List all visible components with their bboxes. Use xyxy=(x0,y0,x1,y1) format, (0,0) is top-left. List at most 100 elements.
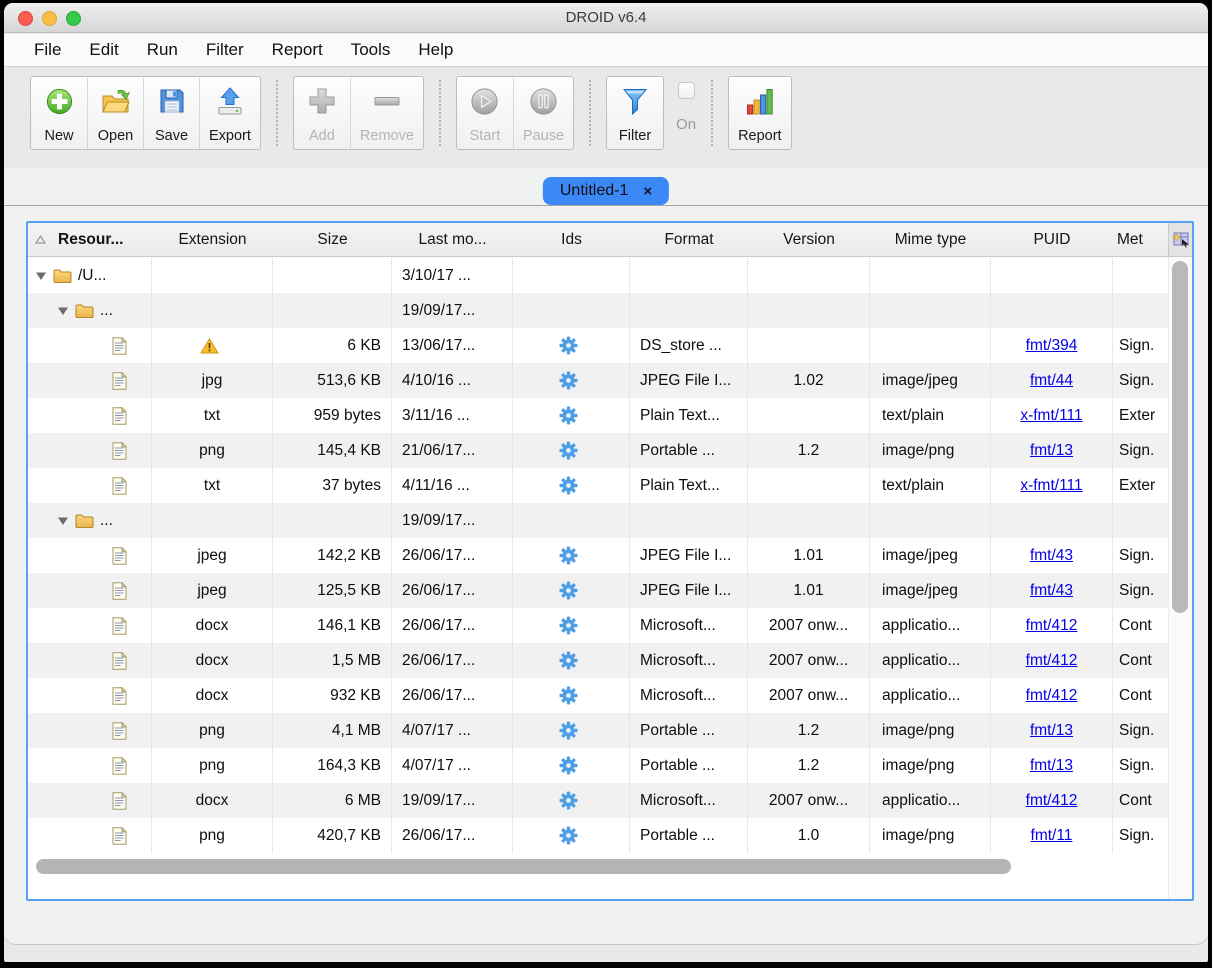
column-header-format[interactable]: Format xyxy=(630,223,748,256)
new-icon xyxy=(45,84,74,118)
column-header-puid[interactable]: PUID xyxy=(991,223,1113,256)
report-button[interactable]: Report xyxy=(729,77,791,149)
method-cell: Exter xyxy=(1113,468,1168,503)
ids-cell xyxy=(513,678,630,713)
menu-item-report[interactable]: Report xyxy=(258,40,337,60)
menu-item-tools[interactable]: Tools xyxy=(337,40,405,60)
table-row-file[interactable]: docx6 MB19/09/17...Microsoft...2007 onw.… xyxy=(28,783,1168,818)
table-row-file[interactable]: png164,3 KB4/07/17 ...Portable ...1.2ima… xyxy=(28,748,1168,783)
puid-link[interactable]: x-fmt/111 xyxy=(1020,477,1082,495)
puid-link[interactable]: fmt/394 xyxy=(1026,337,1078,355)
format-cell: Portable ... xyxy=(630,433,748,468)
remove-button[interactable]: Remove xyxy=(350,77,423,149)
puid-link[interactable]: fmt/43 xyxy=(1030,582,1073,600)
tab-close-icon[interactable]: × xyxy=(643,183,652,200)
table-row-folder[interactable]: ...19/09/17... xyxy=(28,503,1168,538)
format-cell: JPEG File I... xyxy=(630,538,748,573)
pause-button[interactable]: Pause xyxy=(513,77,573,149)
table-row-file[interactable]: png145,4 KB21/06/17...Portable ...1.2ima… xyxy=(28,433,1168,468)
gear-icon xyxy=(559,441,578,460)
table-row-file[interactable]: txt959 bytes3/11/16 ...Plain Text...text… xyxy=(28,398,1168,433)
menu-item-filter[interactable]: Filter xyxy=(192,40,258,60)
table-row-folder[interactable]: /U...3/10/17 ... xyxy=(28,258,1168,293)
toolbar-group: Report xyxy=(728,76,792,150)
column-header-met[interactable]: Met xyxy=(1113,223,1168,256)
table-row-file[interactable]: png420,7 KB26/06/17...Portable ...1.0ima… xyxy=(28,818,1168,853)
zoom-window-button[interactable] xyxy=(66,11,81,26)
close-window-button[interactable] xyxy=(18,11,33,26)
add-button-label: Add xyxy=(309,128,335,144)
table-row-file[interactable]: docx146,1 KB26/06/17...Microsoft...2007 … xyxy=(28,608,1168,643)
table-row-file[interactable]: jpeg142,2 KB26/06/17...JPEG File I...1.0… xyxy=(28,538,1168,573)
start-button[interactable]: Start xyxy=(457,77,513,149)
column-header-extension[interactable]: Extension xyxy=(152,223,273,256)
filter-icon xyxy=(620,84,650,118)
extension-cell: txt xyxy=(152,468,273,503)
export-button[interactable]: Export xyxy=(199,77,260,149)
size-cell xyxy=(273,258,392,293)
puid-cell xyxy=(991,293,1113,328)
mime-type-cell xyxy=(870,293,991,328)
save-button[interactable]: Save xyxy=(143,77,199,149)
disclosure-triangle-icon[interactable] xyxy=(36,272,46,280)
puid-link[interactable]: fmt/43 xyxy=(1030,547,1073,565)
puid-link[interactable]: fmt/13 xyxy=(1030,442,1073,460)
table-row-file[interactable]: docx1,5 MB26/06/17...Microsoft...2007 on… xyxy=(28,643,1168,678)
table-row-file[interactable]: png4,1 MB4/07/17 ...Portable ...1.2image… xyxy=(28,713,1168,748)
puid-link[interactable]: x-fmt/111 xyxy=(1020,407,1082,425)
menu-item-edit[interactable]: Edit xyxy=(75,40,132,60)
gear-icon xyxy=(559,581,578,600)
puid-link[interactable]: fmt/412 xyxy=(1026,617,1078,635)
column-header-mime-type[interactable]: Mime type xyxy=(870,223,991,256)
puid-cell: fmt/13 xyxy=(991,713,1113,748)
puid-link[interactable]: fmt/44 xyxy=(1030,372,1073,390)
disclosure-triangle-icon[interactable] xyxy=(58,517,68,525)
puid-link[interactable]: fmt/13 xyxy=(1030,722,1073,740)
horizontal-scrollbar-thumb[interactable] xyxy=(36,859,1011,874)
column-picker-button[interactable] xyxy=(1168,223,1192,257)
last-modified-cell: 26/06/17... xyxy=(392,608,513,643)
column-header-last-mo[interactable]: Last mo... xyxy=(392,223,513,256)
table-row-file[interactable]: 6 KB13/06/17...DS_store ...fmt/394Sign. xyxy=(28,328,1168,363)
puid-link[interactable]: fmt/13 xyxy=(1030,757,1073,775)
method-cell: Sign. xyxy=(1113,363,1168,398)
last-modified-cell: 26/06/17... xyxy=(392,818,513,853)
add-button[interactable]: Add xyxy=(294,77,350,149)
version-cell xyxy=(748,328,870,363)
format-cell: Microsoft... xyxy=(630,783,748,818)
puid-cell: fmt/13 xyxy=(991,748,1113,783)
puid-link[interactable]: fmt/412 xyxy=(1026,652,1078,670)
disclosure-triangle-icon[interactable] xyxy=(58,307,68,315)
table-row-file[interactable]: jpeg125,5 KB26/06/17...JPEG File I...1.0… xyxy=(28,573,1168,608)
puid-link[interactable]: fmt/11 xyxy=(1031,827,1073,845)
resource-cell xyxy=(28,608,152,643)
puid-link[interactable]: fmt/412 xyxy=(1026,687,1078,705)
vertical-scrollbar-thumb[interactable] xyxy=(1172,261,1188,613)
table-row-folder[interactable]: ...19/09/17... xyxy=(28,293,1168,328)
new-button[interactable]: New xyxy=(31,77,87,149)
start-button-label: Start xyxy=(470,128,501,144)
tab-untitled-1[interactable]: Untitled-1 × xyxy=(543,177,669,205)
filter-on-checkbox[interactable] xyxy=(678,82,695,99)
column-header-resour[interactable]: Resour... xyxy=(28,223,152,256)
vertical-scrollbar[interactable] xyxy=(1168,257,1192,899)
puid-cell xyxy=(991,503,1113,538)
column-header-size[interactable]: Size xyxy=(273,223,392,256)
column-header-ids[interactable]: Ids xyxy=(513,223,630,256)
method-cell: Sign. xyxy=(1113,328,1168,363)
column-header-version[interactable]: Version xyxy=(748,223,870,256)
version-cell: 1.2 xyxy=(748,713,870,748)
menu-item-help[interactable]: Help xyxy=(404,40,467,60)
open-button[interactable]: Open xyxy=(87,77,143,149)
gear-icon xyxy=(559,406,578,425)
table-row-file[interactable]: txt37 bytes4/11/16 ...Plain Text...text/… xyxy=(28,468,1168,503)
table-row-file[interactable]: docx932 KB26/06/17...Microsoft...2007 on… xyxy=(28,678,1168,713)
minimize-window-button[interactable] xyxy=(42,11,57,26)
puid-link[interactable]: fmt/412 xyxy=(1026,792,1078,810)
table-row-file[interactable]: jpg513,6 KB4/10/16 ...JPEG File I...1.02… xyxy=(28,363,1168,398)
size-cell: 1,5 MB xyxy=(273,643,392,678)
horizontal-scrollbar[interactable] xyxy=(28,859,1168,875)
filter-button[interactable]: Filter xyxy=(607,77,663,149)
menu-item-file[interactable]: File xyxy=(20,40,75,60)
menu-item-run[interactable]: Run xyxy=(133,40,192,60)
